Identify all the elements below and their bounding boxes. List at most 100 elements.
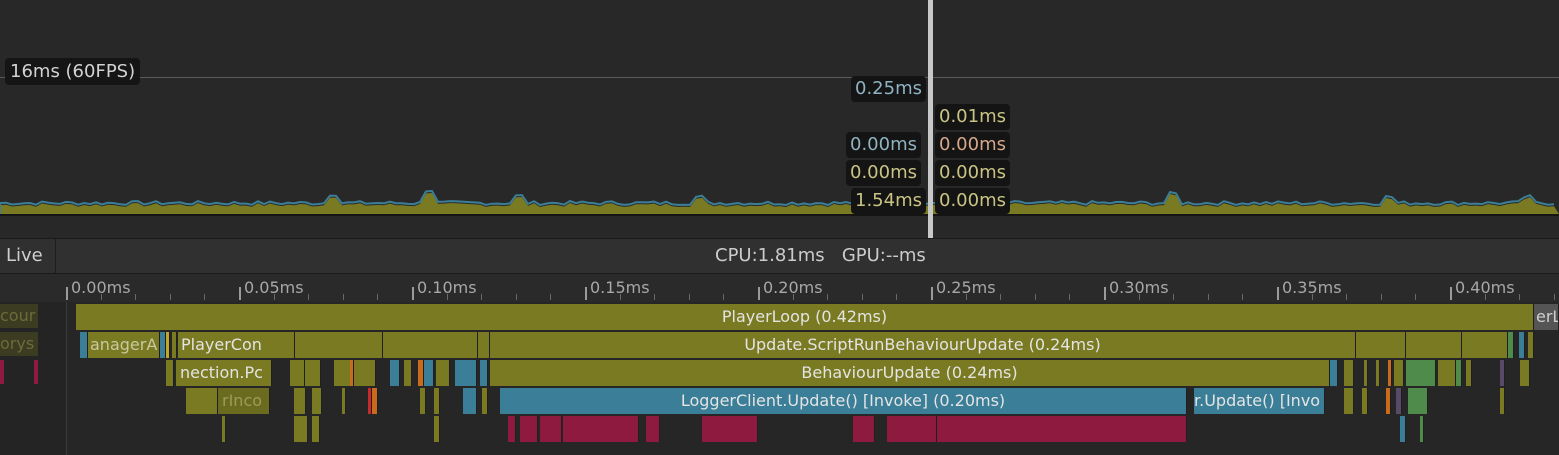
sample-playercon[interactable]: PlayerCon xyxy=(178,332,295,358)
profiler-sample[interactable] xyxy=(1394,360,1404,386)
ruler-minor-tick xyxy=(1519,294,1521,300)
profiler-sample[interactable] xyxy=(1406,360,1436,386)
profiler-sample[interactable] xyxy=(1356,332,1406,358)
timeline-view[interactable]: PlayerLoop (0.42ms) erLo anagerA PlayerCon U… xyxy=(0,302,1559,455)
sample-incoming[interactable]: rInco xyxy=(218,388,270,414)
profiler-sample[interactable] xyxy=(1396,388,1402,414)
profiler-sample[interactable] xyxy=(312,416,320,442)
sample-label: LoggerClient.Update() [Invoke] (0.20ms) xyxy=(680,391,1006,410)
sample-label: nection.Pc xyxy=(180,363,263,382)
profiler-sample[interactable] xyxy=(172,332,177,358)
profiler-sample[interactable] xyxy=(222,416,226,442)
profiler-sample[interactable] xyxy=(1344,360,1354,386)
profiler-sample[interactable] xyxy=(1420,416,1424,442)
profiler-sample[interactable] xyxy=(295,332,383,358)
profiler-sample[interactable] xyxy=(312,388,322,414)
profiler-sample[interactable] xyxy=(1438,360,1456,386)
ruler-tick xyxy=(239,287,241,300)
time-ruler[interactable]: 0.00ms 0.05ms 0.10ms 0.15ms 0.20ms 0.25ms 0.30… xyxy=(0,274,1559,302)
profiler-sample[interactable] xyxy=(404,360,412,386)
profiler-sample[interactable] xyxy=(334,360,376,386)
frame-cursor[interactable] xyxy=(928,0,933,238)
thread-group-chip: cour xyxy=(0,304,38,328)
sample-label: anagerA xyxy=(90,335,158,354)
profiler-sample[interactable] xyxy=(424,360,434,386)
cpu-gpu-readout: CPU:1.81ms GPU:--ms xyxy=(715,245,926,266)
sample-behaviourupdate[interactable]: BehaviourUpdate (0.24ms) xyxy=(490,360,1330,386)
profiler-sample[interactable] xyxy=(540,416,562,442)
profiler-sample[interactable] xyxy=(887,416,937,442)
frame-time-graph[interactable] xyxy=(0,0,1559,238)
profiler-sample[interactable] xyxy=(186,388,218,414)
profiler-sample[interactable] xyxy=(436,360,450,386)
sample-loggerclient[interactable]: LoggerClient.Update() [Invoke] (0.20ms) xyxy=(500,388,1187,414)
sample-next-frame[interactable]: erLo xyxy=(1534,304,1559,330)
profiler-sample[interactable] xyxy=(646,416,660,442)
profiler-sample[interactable] xyxy=(1386,388,1391,414)
profiler-sample[interactable] xyxy=(434,388,440,414)
profiler-sample[interactable] xyxy=(80,332,88,358)
ruler-minor-tick xyxy=(135,294,137,300)
profiler-sample[interactable] xyxy=(372,388,378,414)
profiler-sample[interactable] xyxy=(1466,360,1472,386)
profiler-sample[interactable] xyxy=(350,360,354,386)
sample-update-invoke[interactable]: r.Update() [Invo xyxy=(1194,388,1325,414)
profiler-sample[interactable] xyxy=(480,360,488,386)
profiler-sample[interactable] xyxy=(853,416,875,442)
ruler-minor-tick xyxy=(204,294,206,300)
profiler-sample[interactable] xyxy=(1519,332,1525,358)
tooltip-value: 0.01ms xyxy=(935,104,1010,130)
profiler-sample[interactable] xyxy=(290,360,305,386)
ruler-minor-tick xyxy=(169,294,171,300)
profiler-sample[interactable] xyxy=(294,416,308,442)
profiler-sample[interactable] xyxy=(455,360,477,386)
profiler-sample[interactable] xyxy=(420,388,426,414)
profiler-sample[interactable] xyxy=(1388,360,1392,386)
sample-scriptrun[interactable]: Update.ScriptRunBehaviourUpdate (0.24ms) xyxy=(490,332,1356,358)
profiler-sample[interactable] xyxy=(1528,332,1534,358)
cpu-usage-chart[interactable]: 16ms (60FPS) 0.25ms 0.01ms 0.00ms 0.00ms… xyxy=(0,0,1559,238)
sample-connection[interactable]: nection.Pc xyxy=(176,360,272,386)
ruler-minor-tick xyxy=(342,294,344,300)
sample-label: rInco xyxy=(222,391,263,410)
profiler-sample[interactable] xyxy=(383,332,478,358)
profiler-sample[interactable] xyxy=(702,416,758,442)
profiler-sample[interactable] xyxy=(1376,360,1380,386)
profiler-sample[interactable] xyxy=(482,388,488,414)
profiler-sample[interactable] xyxy=(166,360,174,386)
sample-manager[interactable]: anagerA xyxy=(88,332,160,358)
live-button[interactable]: Live xyxy=(0,239,56,273)
profiler-sample[interactable] xyxy=(478,332,490,358)
ruler-minor-tick xyxy=(1173,294,1175,300)
profiler-sample[interactable] xyxy=(1362,388,1368,414)
profiler-sample[interactable] xyxy=(563,416,639,442)
profiler-sample[interactable] xyxy=(390,360,400,386)
profiler-sample[interactable] xyxy=(1456,360,1462,386)
profiler-sample[interactable] xyxy=(1462,332,1508,358)
ruler-minor-tick xyxy=(1484,294,1486,300)
profiler-sample[interactable] xyxy=(434,416,440,442)
profiler-sample[interactable] xyxy=(342,388,346,414)
profiler-sample[interactable] xyxy=(1400,416,1406,442)
profiler-sample[interactable] xyxy=(1344,388,1354,414)
profiler-sample[interactable] xyxy=(520,416,538,442)
profiler-sample[interactable] xyxy=(1406,332,1462,358)
profiler-sample[interactable] xyxy=(1508,332,1514,358)
thread-group-chip: orys xyxy=(0,332,38,356)
profiler-sample[interactable] xyxy=(1364,360,1368,386)
ruler-minor-tick xyxy=(1415,294,1417,300)
ruler-minor-tick xyxy=(654,294,656,300)
profiler-sample[interactable] xyxy=(508,416,516,442)
sample-playerloop[interactable]: PlayerLoop (0.42ms) xyxy=(76,304,1534,330)
profiler-sample[interactable] xyxy=(305,360,321,386)
profiler-sample[interactable] xyxy=(294,388,306,414)
profiler-sample[interactable] xyxy=(166,332,170,358)
profiler-sample[interactable] xyxy=(1408,388,1428,414)
profiler-sample[interactable] xyxy=(1500,388,1505,414)
profiler-sample[interactable] xyxy=(463,388,477,414)
profiler-sample[interactable] xyxy=(1520,360,1530,386)
profiler-sample[interactable] xyxy=(1500,360,1505,386)
ruler-minor-tick xyxy=(1207,294,1209,300)
profiler-sample[interactable] xyxy=(1330,360,1338,386)
profiler-sample[interactable] xyxy=(937,416,1187,442)
